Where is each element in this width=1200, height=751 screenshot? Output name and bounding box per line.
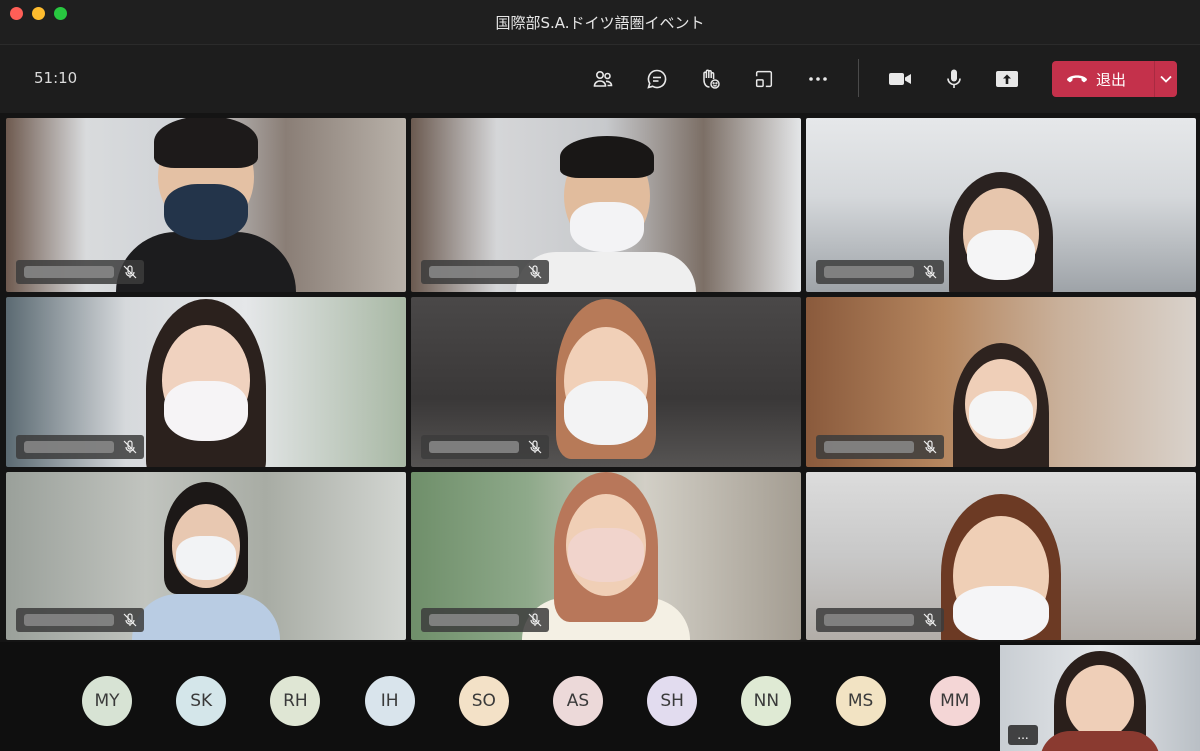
raise-hand-button[interactable] [693,62,727,96]
video-tile[interactable] [806,297,1196,467]
participant-avatar[interactable]: AS [553,676,603,726]
redacted-name [429,441,519,453]
chevron-down-icon [1160,75,1172,83]
participant-avatar[interactable]: MS [835,676,886,726]
avatar-initials: SK [190,691,213,711]
video-tile[interactable] [6,297,406,467]
leave-options-button[interactable] [1155,61,1177,97]
participant-nameplate [16,608,144,632]
mic-muted-icon [528,265,542,279]
redacted-name [824,614,914,626]
redacted-name [24,266,114,278]
redacted-name [24,441,114,453]
participant-avatar[interactable]: SH [647,676,698,726]
redacted-name [824,266,914,278]
participant-nameplate [816,260,944,284]
video-tile[interactable] [6,472,406,640]
mic-muted-icon [923,613,937,627]
participant-nameplate [421,435,549,459]
microphone-button[interactable] [937,62,971,96]
window-title: 国際部S.A.ドイツ語圏イベント [495,14,705,32]
redacted-name [429,266,519,278]
mic-muted-icon [123,613,137,627]
leave-button[interactable]: 退出 [1052,61,1154,97]
avatar-initials: MY [94,691,120,711]
video-grid [6,118,1196,640]
video-tile[interactable] [411,118,801,292]
mic-muted-icon [528,440,542,454]
avatar-initials: RH [283,691,308,711]
participant-avatar[interactable]: SO [458,676,509,726]
toolbar-divider [858,59,859,97]
chat-button[interactable] [640,62,674,96]
self-view-more-button[interactable]: ... [1008,725,1038,745]
participant-avatar[interactable]: MM [929,676,980,726]
participants-button[interactable] [586,62,620,96]
camera-icon [889,73,911,85]
share-screen-icon [996,71,1018,87]
participant-avatar[interactable]: MY [82,676,132,726]
participant-avatar[interactable]: RH [270,676,321,726]
leave-meeting-control: 退出 [1052,61,1177,97]
more-icon [809,77,827,81]
avatar-initials: IH [380,691,399,711]
participant-nameplate [421,608,549,632]
meeting-toolbar: 51:10 退出 [0,45,1200,113]
mic-muted-icon [923,265,937,279]
redacted-name [429,614,519,626]
participant-avatar[interactable]: NN [741,676,792,726]
people-icon [593,71,613,87]
chat-icon [647,69,667,89]
meeting-timer: 51:10 [34,69,78,87]
phone-hangup-icon [1067,75,1087,83]
participant-nameplate [16,435,144,459]
leave-label: 退出 [1096,70,1127,89]
video-tile[interactable] [411,472,801,640]
more-actions-button[interactable] [801,62,835,96]
participant-avatar[interactable]: IH [364,676,415,726]
camera-button[interactable] [883,62,917,96]
avatar-initials: MM [940,691,970,711]
avatar-initials: SO [471,691,496,711]
microphone-icon [947,69,961,88]
raise-hand-icon [703,69,720,89]
window-titlebar: 国際部S.A.ドイツ語圏イベント [0,0,1200,45]
participant-nameplate [816,435,944,459]
video-tile[interactable] [6,118,406,292]
participant-avatar[interactable]: SK [176,676,227,726]
share-tray-button[interactable] [747,62,781,96]
avatar-initials: SH [660,691,684,711]
avatar-initials: NN [753,691,780,711]
video-tile[interactable] [411,297,801,467]
avatar-initials: AS [566,691,590,711]
participant-nameplate [16,260,144,284]
mic-muted-icon [528,613,542,627]
share-screen-button[interactable] [990,62,1024,96]
redacted-name [824,441,914,453]
participant-nameplate [816,608,944,632]
video-tile[interactable] [806,118,1196,292]
participant-nameplate [421,260,549,284]
mic-muted-icon [123,440,137,454]
self-view-video[interactable]: ... [1000,645,1200,751]
share-tray-icon [755,70,773,88]
mic-muted-icon [923,440,937,454]
avatar-initials: MS [847,691,874,711]
mic-muted-icon [123,265,137,279]
redacted-name [24,614,114,626]
video-tile[interactable] [806,472,1196,640]
